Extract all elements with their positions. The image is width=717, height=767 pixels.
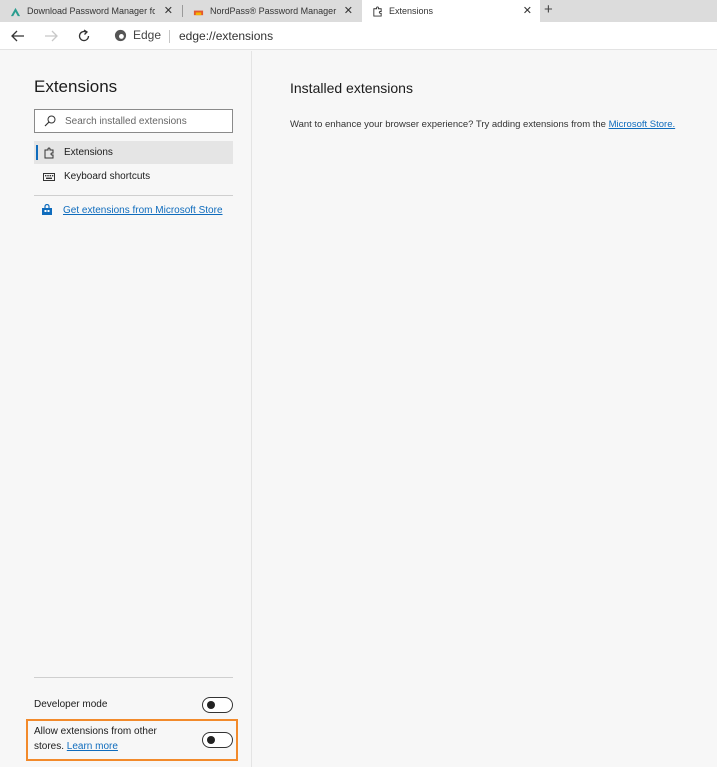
developer-mode-row: Developer mode [34, 695, 233, 715]
search-input[interactable] [65, 113, 225, 129]
developer-mode-toggle[interactable] [202, 697, 233, 713]
nordpass-favicon [193, 10, 204, 15]
back-button[interactable] [8, 26, 28, 46]
sidebar-item-keyboard-shortcuts[interactable]: Keyboard shortcuts [34, 165, 233, 188]
search-icon [44, 115, 56, 127]
keyboard-icon [43, 172, 55, 181]
learn-more-link[interactable]: Learn more [67, 741, 118, 752]
toggle-knob [207, 736, 215, 744]
forward-button[interactable] [41, 26, 61, 46]
search-box[interactable] [34, 109, 233, 133]
puzzle-icon [373, 5, 382, 17]
microsoft-store-link[interactable]: Microsoft Store. [609, 119, 676, 130]
allow-other-stores-toggle[interactable] [202, 732, 233, 748]
sidebar-item-label: Keyboard shortcuts [64, 171, 151, 182]
back-arrow-icon [11, 30, 24, 42]
tab-title: NordPass® Password Manager [210, 6, 337, 16]
address-separator [169, 30, 170, 43]
toggle-knob [207, 701, 215, 709]
puzzle-icon [44, 147, 54, 158]
allow-other-stores-label: Allow extensions from other stores. Lear… [34, 724, 184, 754]
close-tab-icon[interactable]: ✕ [523, 4, 532, 18]
divider [34, 195, 233, 196]
nordpass-icon [10, 7, 21, 16]
new-tab-icon[interactable]: + [544, 0, 553, 22]
tab-download-password-manager[interactable]: Download Password Manager fo ✕ [0, 0, 181, 22]
address-toolbar: Edge edge://extensions [0, 22, 717, 50]
close-tab-icon[interactable]: ✕ [344, 4, 353, 18]
divider [34, 677, 233, 678]
refresh-icon [78, 29, 90, 42]
sidebar-title: Extensions [34, 77, 118, 96]
close-tab-icon[interactable]: ✕ [164, 4, 173, 18]
forward-arrow-icon [45, 30, 58, 42]
store-link-label: Get extensions from Microsoft Store [63, 204, 223, 216]
site-label: Edge [133, 28, 162, 42]
page-title: Installed extensions [290, 80, 413, 96]
store-bag-icon [42, 204, 52, 215]
tab-strip: Download Password Manager fo ✕ NordPass®… [0, 0, 717, 22]
main-content: Installed extensions Want to enhance you… [253, 51, 717, 767]
developer-mode-label: Developer mode [34, 699, 108, 710]
sidebar: Extensions Extensions Keyboard shortcuts… [0, 51, 252, 767]
sidebar-item-label: Extensions [64, 147, 113, 158]
tab-title: Extensions [389, 6, 434, 16]
site-identity[interactable]: Edge [114, 28, 161, 42]
refresh-button[interactable] [74, 26, 94, 46]
empty-state-message: Want to enhance your browser experience?… [290, 119, 609, 130]
sidebar-item-extensions[interactable]: Extensions [34, 141, 233, 164]
edge-logo-icon [114, 29, 127, 41]
empty-state-text: Want to enhance your browser experience?… [290, 119, 675, 130]
tab-nordpass[interactable]: NordPass® Password Manager ✕ [183, 0, 361, 22]
tab-extensions[interactable]: Extensions ✕ [362, 0, 540, 22]
address-bar[interactable]: edge://extensions [179, 29, 273, 43]
get-extensions-link[interactable]: Get extensions from Microsoft Store [34, 204, 223, 216]
tab-title: Download Password Manager fo [27, 6, 155, 16]
